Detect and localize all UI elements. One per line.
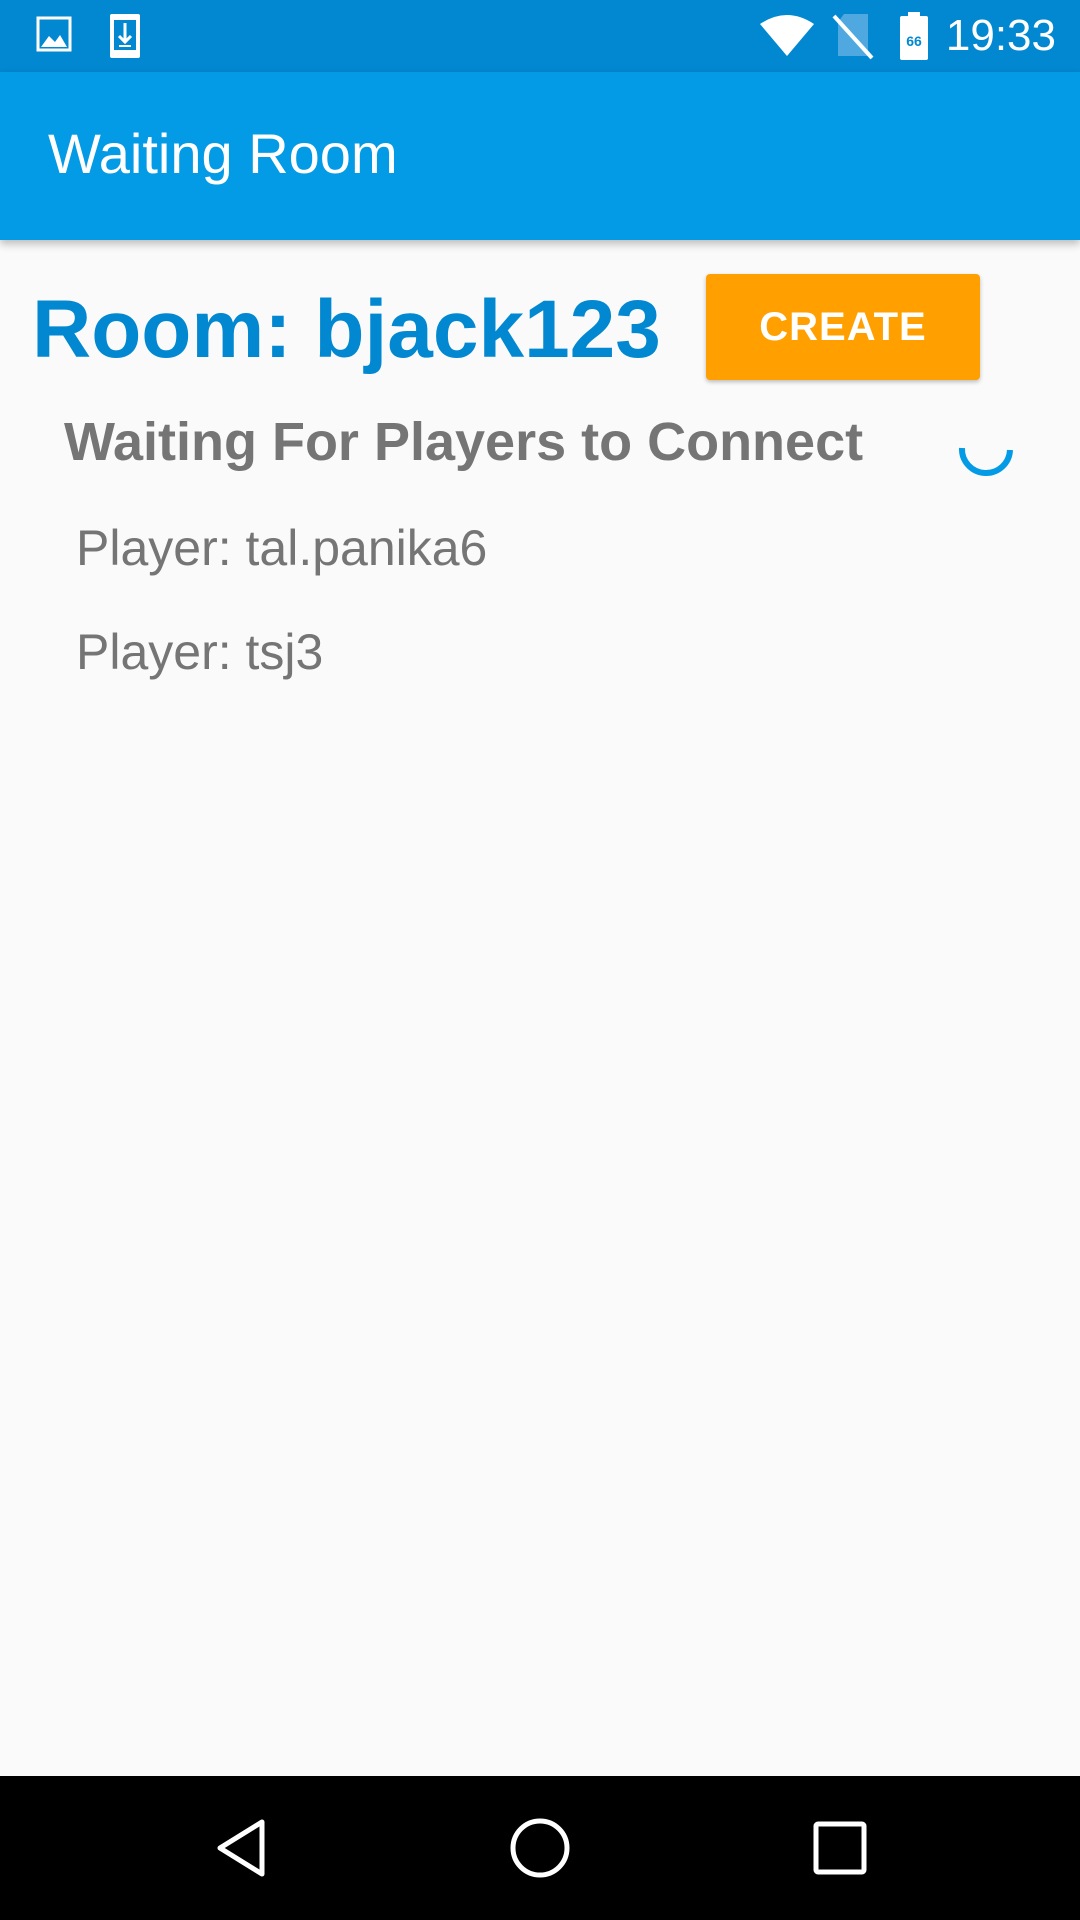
navigation-bar	[0, 1776, 1080, 1920]
waiting-status-text: Waiting For Players to Connect	[64, 412, 864, 472]
download-icon	[108, 14, 142, 65]
image-icon	[36, 14, 72, 59]
loading-spinner-icon	[954, 414, 1018, 478]
wifi-icon	[760, 14, 814, 63]
battery-icon: 66	[898, 12, 930, 65]
status-bar: 66 19:33	[0, 0, 1080, 72]
status-time: 19:33	[945, 11, 1056, 60]
room-title: Room: bjack123	[32, 284, 661, 375]
recents-icon[interactable]	[804, 1812, 876, 1884]
player-item: Player: tal.panika6	[76, 520, 488, 576]
app-bar: Waiting Room	[0, 72, 1080, 240]
app-bar-title: Waiting Room	[48, 122, 398, 185]
player-item: Player: tsj3	[76, 624, 324, 680]
svg-text:66: 66	[906, 33, 922, 49]
no-sim-icon	[832, 12, 874, 65]
create-button[interactable]: CREATE	[706, 274, 980, 380]
home-icon[interactable]	[504, 1812, 576, 1884]
back-icon[interactable]	[206, 1812, 278, 1884]
